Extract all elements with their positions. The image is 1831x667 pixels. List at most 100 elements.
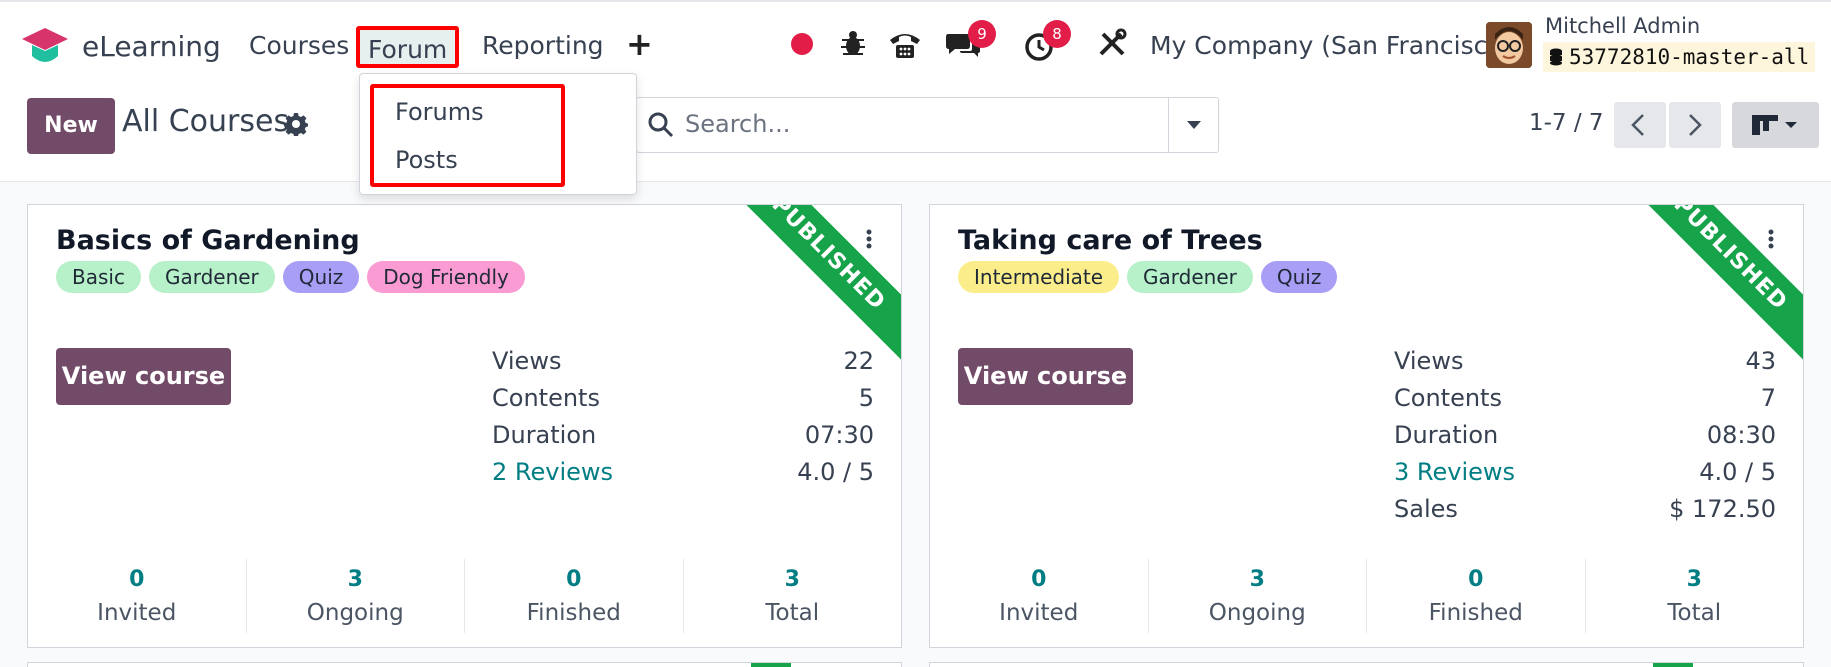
control-panel: New All Courses Search... 1-7 / 7	[0, 86, 1831, 182]
view-course-button[interactable]: View course	[56, 348, 231, 405]
attendee-stat-finished[interactable]: 0 Finished	[1367, 559, 1586, 633]
stat-caption: Total	[1667, 600, 1722, 626]
attendee-stat-ongoing[interactable]: 3 Ongoing	[1149, 559, 1367, 633]
course-card-partial[interactable]	[929, 662, 1804, 667]
menu-forum[interactable]: Forum	[356, 26, 460, 68]
user-name[interactable]: Mitchell Admin	[1545, 14, 1700, 38]
search-icon	[648, 112, 674, 138]
course-tags: Basic Gardener Quiz Dog Friendly	[56, 261, 525, 293]
stat-number: 0	[566, 567, 582, 592]
attendee-stat-finished[interactable]: 0 Finished	[465, 559, 684, 633]
menu-reporting[interactable]: Reporting	[474, 26, 612, 68]
course-tags: Intermediate Gardener Quiz	[958, 261, 1338, 293]
company-switcher[interactable]: My Company (San Francisco)	[1150, 26, 1512, 66]
stat-row: Contents 5	[492, 384, 874, 421]
chevron-left-icon	[1631, 114, 1644, 136]
user-avatar[interactable]	[1486, 22, 1532, 68]
stat-number: 3	[784, 567, 800, 592]
published-ribbon: PUBLISHED	[1618, 205, 1803, 366]
stat-number: 0	[1031, 567, 1047, 592]
stat-value: 43	[1745, 347, 1776, 375]
pager-previous-button[interactable]	[1614, 102, 1666, 148]
stat-row: 3 Reviews 4.0 / 5	[1394, 458, 1776, 495]
attendee-stat-total[interactable]: 3 Total	[1586, 559, 1804, 633]
pager-next-button[interactable]	[1669, 102, 1721, 148]
stat-number: 3	[1686, 567, 1702, 592]
stat-row: Contents 7	[1394, 384, 1776, 421]
kebab-menu-icon[interactable]	[866, 229, 872, 249]
course-stats: Views 43 Contents 7 Duration 08:30 3 Review…	[1394, 347, 1776, 532]
stat-value: 5	[858, 384, 874, 412]
course-card[interactable]: PUBLISHED Taking care of Trees Intermedi…	[929, 204, 1804, 648]
course-title: Taking care of Trees	[958, 225, 1263, 256]
top-navbar: eLearning Courses Forum Reporting + 9 8 …	[0, 0, 1831, 86]
search-bar[interactable]: Search...	[636, 97, 1219, 153]
dropdown-item-forums[interactable]: Forums	[395, 98, 484, 126]
course-card-partial[interactable]	[27, 662, 902, 667]
page-title: All Courses	[122, 104, 290, 139]
tag: Gardener	[148, 261, 275, 293]
search-input[interactable]: Search...	[685, 110, 790, 138]
course-title: Basics of Gardening	[56, 225, 360, 256]
attendee-stat-invited[interactable]: 0 Invited	[28, 559, 247, 633]
course-stats: Views 22 Contents 5 Duration 07:30 2 Review…	[492, 347, 874, 495]
gear-icon[interactable]	[284, 112, 308, 136]
published-ribbon: PUBLISHED	[716, 205, 901, 366]
stat-row: Duration 07:30	[492, 421, 874, 458]
kanban-view-icon	[1752, 115, 1797, 135]
stat-row: Duration 08:30	[1394, 421, 1776, 458]
recording-dot-icon[interactable]	[790, 32, 814, 56]
menu-courses[interactable]: Courses	[241, 26, 357, 68]
app-brand[interactable]: eLearning	[20, 24, 221, 68]
tag: Quiz	[1260, 261, 1338, 293]
activity-count-badge: 8	[1043, 20, 1071, 48]
new-button[interactable]: New	[27, 98, 115, 154]
stat-caption: Ongoing	[306, 600, 404, 626]
dropdown-item-posts[interactable]: Posts	[395, 146, 458, 174]
stat-row: Views 22	[492, 347, 874, 384]
caret-down-icon	[1187, 121, 1201, 129]
graduation-cap-logo-icon	[22, 28, 68, 62]
avatar-face-icon	[1486, 22, 1532, 68]
stat-caption: Total	[765, 600, 820, 626]
attendee-stat-invited[interactable]: 0 Invited	[930, 559, 1149, 633]
kebab-menu-icon[interactable]	[1768, 229, 1774, 249]
stat-number: 0	[1468, 567, 1484, 592]
search-options-toggle[interactable]	[1168, 98, 1218, 152]
attendee-stats: 0 Invited 3 Ongoing 0 Finished 3 Total	[930, 559, 1803, 633]
stat-value: $ 172.50	[1669, 495, 1776, 523]
phone-icon[interactable]	[888, 30, 922, 60]
app-name: eLearning	[82, 29, 221, 63]
view-course-button[interactable]: View course	[958, 348, 1133, 405]
kanban-view-switcher[interactable]	[1732, 102, 1819, 148]
stat-caption: Invited	[999, 600, 1079, 626]
database-name: 53772810-master-all	[1569, 45, 1810, 69]
tag: Dog Friendly	[367, 261, 525, 293]
plus-icon[interactable]: +	[626, 28, 653, 60]
chat-count-badge: 9	[968, 20, 996, 48]
stat-number: 3	[1249, 567, 1265, 592]
stat-label: Duration	[492, 421, 597, 449]
tag: Intermediate	[958, 261, 1120, 293]
pager-value[interactable]: 1-7 / 7	[1529, 110, 1604, 136]
stat-value: 07:30	[804, 421, 874, 449]
stat-label: Contents	[1394, 384, 1502, 412]
ribbon-fragment	[751, 663, 791, 667]
reviews-link[interactable]: 2 Reviews	[492, 458, 613, 486]
attendee-stat-ongoing[interactable]: 3 Ongoing	[247, 559, 465, 633]
course-card[interactable]: PUBLISHED Basics of Gardening Basic Gard…	[27, 204, 902, 648]
ribbon-fragment	[1653, 663, 1693, 667]
stat-value: 22	[843, 347, 874, 375]
stat-caption: Finished	[526, 600, 621, 626]
stat-value: 7	[1760, 384, 1776, 412]
forum-dropdown-menu: Forums Posts	[359, 73, 637, 195]
stat-label: Views	[492, 347, 562, 375]
bug-icon[interactable]	[840, 28, 866, 58]
database-icon	[1550, 48, 1562, 66]
reviews-link[interactable]: 3 Reviews	[1394, 458, 1515, 486]
attendee-stat-total[interactable]: 3 Total	[684, 559, 902, 633]
database-tag: 53772810-master-all	[1543, 42, 1816, 72]
chevron-right-icon	[1689, 114, 1702, 136]
stat-label: Sales	[1394, 495, 1458, 523]
tools-icon[interactable]	[1097, 28, 1127, 58]
